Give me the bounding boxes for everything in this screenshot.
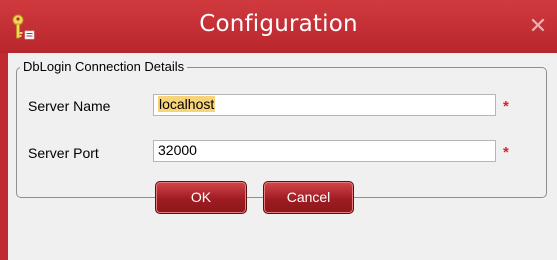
group-legend: DbLogin Connection Details	[20, 59, 188, 74]
connection-details-group	[16, 67, 547, 198]
configuration-dialog: Configuration ✕ DbLogin Connection Detai…	[0, 0, 557, 260]
title-bar[interactable]: Configuration ✕	[0, 0, 557, 53]
server-port-label: Server Port	[28, 145, 99, 161]
required-marker: *	[503, 144, 509, 161]
required-marker: *	[503, 98, 509, 115]
close-icon[interactable]: ✕	[527, 16, 549, 38]
server-port-value: 32000	[158, 142, 197, 158]
cancel-button[interactable]: Cancel	[263, 181, 354, 214]
server-port-input[interactable]: 32000	[153, 140, 496, 162]
server-name-input[interactable]: localhost	[153, 94, 496, 116]
server-name-value: localhost	[158, 96, 216, 112]
server-name-label: Server Name	[28, 98, 111, 114]
dialog-title: Configuration	[199, 11, 358, 37]
dialog-body: DbLogin Connection Details Server Name l…	[8, 53, 557, 260]
ok-button[interactable]: OK	[155, 181, 247, 214]
